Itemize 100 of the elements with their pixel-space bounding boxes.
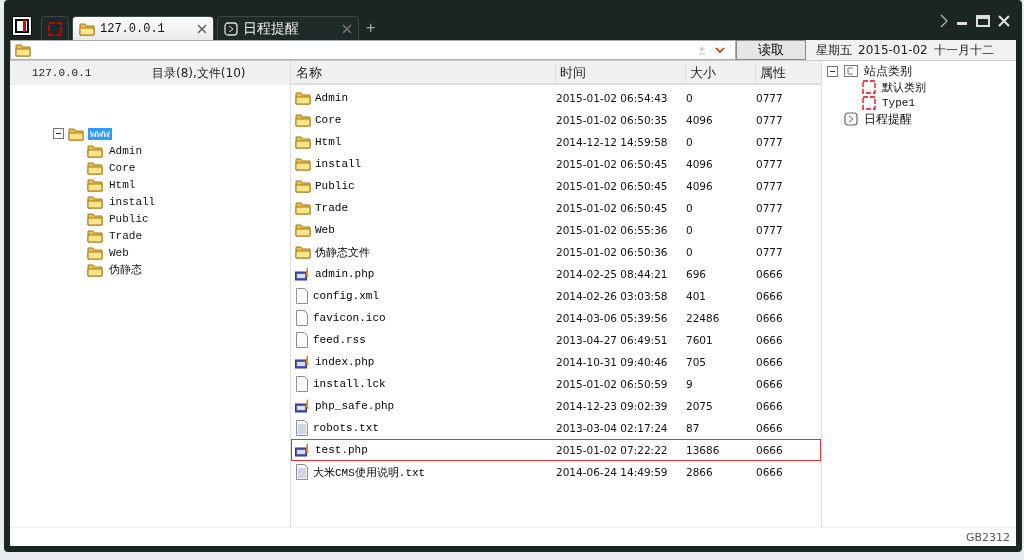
file-icon (295, 332, 309, 348)
file-name[interactable]: install (315, 158, 362, 170)
tree-item[interactable]: Trade (107, 229, 144, 242)
file-name[interactable]: index.php (315, 356, 375, 368)
tree-item[interactable]: 站点类别 (864, 62, 912, 80)
column-header[interactable]: 大小 (686, 63, 757, 82)
collapse-icon[interactable] (53, 128, 64, 139)
dashed-square-icon (862, 80, 876, 94)
table-cell-text: 0666 (756, 444, 784, 456)
folder-icon (68, 126, 84, 141)
encoding-text: GB2312 (965, 530, 1010, 544)
table-cell-text: 2015-01-02 06:50:59 (556, 378, 669, 390)
table-cell-text: 2014-10-31 09:40:46 (556, 356, 669, 368)
weekday-text: 星期五 (816, 41, 852, 59)
file-name[interactable]: config.xml (313, 290, 379, 302)
table-cell-text: 0 (686, 224, 694, 236)
dashed-square-icon (48, 21, 62, 36)
table-cell-text: 0666 (756, 290, 784, 302)
summary-text: 目录(8),文件(10) (152, 64, 246, 82)
new-tab-button[interactable]: + (362, 19, 380, 40)
php-file-icon (295, 442, 311, 458)
tree-item[interactable]: 默认类别 (882, 79, 926, 95)
table-cell-text: 2014-12-23 09:02:39 (556, 400, 669, 412)
file-name[interactable]: Core (315, 114, 342, 126)
column-header[interactable]: 时间 (556, 63, 687, 82)
table-cell-text: 0777 (756, 158, 784, 170)
file-name[interactable]: Html (315, 136, 342, 148)
tree-item[interactable]: Web (107, 246, 131, 259)
file-name[interactable]: favicon.ico (313, 312, 386, 324)
file-name[interactable]: 大米CMS使用说明.txt (313, 464, 426, 480)
column-header[interactable]: 名称 (292, 63, 556, 82)
dropdown-icon[interactable] (715, 47, 725, 53)
file-name[interactable]: robots.txt (313, 422, 379, 434)
table-cell-text: 0666 (756, 334, 784, 346)
table-cell-text: 2014-02-25 08:44:21 (556, 268, 669, 280)
folder-icon (87, 194, 103, 209)
folder-icon (295, 223, 311, 237)
folder-icon (87, 262, 103, 277)
app-icon[interactable] (12, 16, 32, 36)
table-cell-text: 2013-03-04 02:17:24 (556, 422, 669, 434)
file-name[interactable]: php_safe.php (315, 400, 395, 412)
column-header[interactable]: 属性 (756, 63, 820, 82)
folder-icon (295, 113, 311, 127)
table-cell-text: 2014-03-06 05:39:56 (556, 312, 669, 324)
table-cell-text: 0777 (756, 202, 784, 214)
file-name[interactable]: Admin (315, 92, 348, 104)
table-cell-text: 2015-01-02 06:54:43 (556, 92, 669, 104)
tab[interactable]: 日程提醒 (217, 16, 359, 40)
file-name[interactable]: test.php (315, 444, 368, 456)
category-icon (844, 65, 858, 77)
address-field[interactable] (10, 40, 736, 60)
tree-item[interactable]: Admin (107, 144, 144, 157)
table-cell-text: 4096 (686, 180, 714, 192)
table-cell-text: 0666 (756, 466, 784, 478)
folder-icon (295, 179, 311, 193)
maximize-icon[interactable] (976, 15, 990, 27)
tree-item[interactable]: install (107, 195, 158, 208)
table-cell-text: 2015-01-02 06:50:35 (556, 114, 669, 126)
file-name[interactable]: install.lck (313, 378, 386, 390)
file-name[interactable]: Web (315, 224, 335, 236)
collapse-icon[interactable] (827, 65, 838, 77)
read-button[interactable]: 读取 (736, 40, 806, 60)
table-cell-text: 0666 (756, 268, 784, 280)
tree-item[interactable]: Type1 (882, 97, 915, 109)
tree-item[interactable]: Core (107, 161, 138, 174)
folder-icon (295, 245, 311, 259)
folder-icon (79, 21, 95, 36)
table-cell-text: 0 (686, 92, 694, 104)
tree-item[interactable]: 伪静态 (107, 262, 144, 277)
table-cell-text: 2014-12-12 14:59:58 (556, 136, 669, 148)
table-cell-text: 0777 (756, 224, 784, 236)
folder-icon (295, 157, 311, 171)
folder-icon (87, 228, 103, 243)
tree-item[interactable]: 日程提醒 (864, 110, 912, 128)
table-cell-text: 0 (686, 246, 694, 258)
table-cell-text: 2866 (686, 466, 714, 478)
file-name[interactable]: feed.rss (313, 334, 366, 346)
table-cell-text: 9 (686, 378, 694, 390)
table-cell-text: 0666 (756, 356, 784, 368)
tab[interactable]: 127.0.0.1 (72, 16, 214, 40)
file-name[interactable]: admin.php (315, 268, 375, 280)
folder-icon (87, 177, 103, 192)
tree-item[interactable]: Html (107, 178, 138, 191)
tree-item[interactable]: Public (107, 212, 151, 225)
table-cell-text: 2015-01-02 06:55:36 (556, 224, 669, 236)
dashed-square-icon (862, 96, 876, 110)
file-name[interactable]: Trade (315, 202, 348, 214)
table-cell-text: 87 (686, 422, 701, 434)
table-cell-text: 0777 (756, 246, 784, 258)
php-file-icon (295, 266, 311, 282)
file-name[interactable]: 伪静态文件 (315, 244, 370, 260)
chevron-right-icon[interactable] (940, 14, 948, 28)
table-cell-text: 2075 (686, 400, 714, 412)
play-icon (224, 21, 238, 36)
highlighted-row[interactable]: test.php 2015-01-02 07:22:22 13686 0666 (291, 439, 821, 461)
lunar-date-text: 十一月十二 (933, 41, 994, 59)
close-icon[interactable] (197, 23, 207, 34)
file-name[interactable]: Public (315, 180, 355, 192)
table-cell-text: 22486 (686, 312, 721, 324)
table-cell-text: 401 (686, 290, 708, 302)
